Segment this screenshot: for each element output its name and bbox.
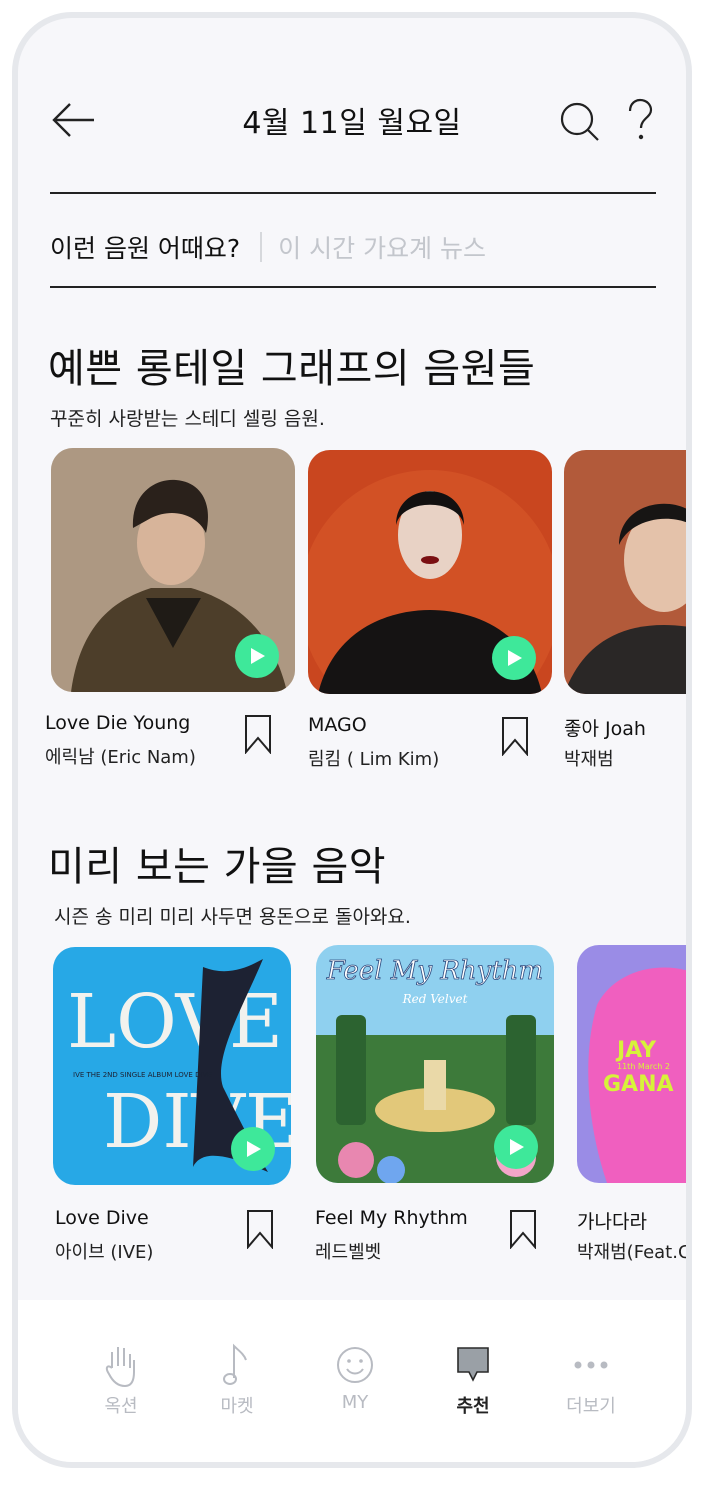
help-button[interactable] [622, 98, 658, 144]
bookmark-button[interactable] [245, 1209, 275, 1250]
nav-item-recommend[interactable]: 추천 [418, 1340, 528, 1418]
music-note-icon [223, 1343, 247, 1385]
song-artist: 에릭남 (Eric Nam) [45, 747, 196, 768]
cover-text-top: JAY [615, 1038, 657, 1063]
play-button[interactable] [235, 634, 279, 678]
song-card[interactable]: Love Die Young 에릭남 (Eric Nam) [45, 448, 295, 768]
tab-separator [260, 232, 263, 262]
nav-item-auction[interactable]: 옥션 [66, 1340, 176, 1418]
nav-label: MY [341, 1392, 369, 1413]
cover-title-text: Feel My Rhythm [326, 956, 543, 986]
search-icon [560, 102, 599, 141]
play-icon [247, 1141, 261, 1157]
play-icon [508, 650, 522, 666]
song-artist: 박재범(Feat.C [577, 1242, 691, 1263]
nav-label: 옥션 [104, 1396, 138, 1417]
nav-item-my[interactable]: MY [300, 1340, 410, 1413]
bookmark-button[interactable] [508, 1209, 538, 1250]
nav-item-market[interactable]: 마켓 [182, 1340, 292, 1418]
play-button[interactable] [492, 636, 536, 680]
play-icon [251, 648, 265, 664]
cover-text-top: LOVE [67, 979, 283, 1065]
album-cover[interactable]: JAY 11th March 2 GANA [577, 945, 686, 1183]
bookmark-button[interactable] [243, 714, 273, 755]
bookmark-icon [502, 717, 528, 757]
question-mark-icon [628, 98, 653, 140]
play-icon [510, 1139, 524, 1155]
section-subtitle: 꾸준히 사랑받는 스테디 셀링 음원. [50, 408, 325, 430]
hand-icon [105, 1347, 135, 1388]
speech-bubble-icon [457, 1347, 489, 1382]
play-button[interactable] [231, 1127, 275, 1171]
app-header: 4월 11일 월요일 [18, 88, 686, 158]
song-artist: 림킴 ( Lim Kim) [308, 749, 440, 770]
song-artist: 아이브 (IVE) [55, 1242, 154, 1263]
song-artist: 레드벨벳 [315, 1242, 382, 1263]
song-title: Love Die Young [45, 712, 191, 734]
album-cover[interactable]: Feel My Rhythm Red Velvet [316, 945, 554, 1183]
smiley-icon [337, 1347, 373, 1383]
header-divider [50, 192, 656, 194]
cover-text-bottom: GANA [603, 1072, 674, 1097]
bookmark-icon [247, 1210, 273, 1250]
album-art-image: JAY 11th March 2 GANA [577, 945, 686, 1183]
song-card[interactable]: LOVE DIVE IVE THE 2ND SINGLE ALBUM LOVE … [53, 947, 297, 1263]
cover-subtitle-text: Red Velvet [402, 992, 468, 1006]
album-cover[interactable] [308, 450, 552, 694]
song-title: Feel My Rhythm [315, 1207, 468, 1229]
bookmark-button[interactable] [500, 716, 530, 757]
section-subtitle: 시즌 송 미리 미리 사두면 용돈으로 돌아와요. [54, 906, 411, 928]
bookmark-icon [245, 715, 271, 755]
album-cover[interactable] [564, 450, 686, 694]
song-title: MAGO [308, 714, 367, 736]
cover-text-mid: 11th March 2 [617, 1062, 670, 1071]
search-button[interactable] [558, 100, 602, 144]
song-card[interactable]: Feel My Rhythm Red Velvet Feel My Rhythm… [315, 945, 560, 1263]
album-cover[interactable]: LOVE DIVE IVE THE 2ND SINGLE ALBUM LOVE … [53, 947, 291, 1185]
tabs-divider [50, 286, 656, 288]
play-button[interactable] [494, 1125, 538, 1169]
section-title: 미리 보는 가을 음악 [48, 844, 387, 890]
song-card[interactable]: JAY 11th March 2 GANA 가나다라 박재범(Feat.C [577, 945, 686, 1263]
nav-label: 마켓 [220, 1396, 254, 1417]
phone-frame: 4월 11일 월요일 이런 음원 어때요? 이 시간 가요계 뉴스 예쁜 롱테일… [12, 12, 692, 1468]
song-title: 좋아 Joah [564, 718, 646, 740]
song-artist: 박재범 [564, 749, 614, 770]
song-title: Love Dive [55, 1207, 149, 1229]
tab-bar: 이런 음원 어때요? 이 시간 가요계 뉴스 [50, 222, 656, 272]
song-title: 가나다라 [577, 1211, 647, 1233]
song-card[interactable]: 좋아 Joah 박재범 [564, 450, 686, 770]
nav-item-more[interactable]: 더보기 [536, 1340, 646, 1418]
tab-recommend-songs[interactable]: 이런 음원 어때요? [50, 229, 240, 265]
bottom-navigation: 옥션 마켓 MY 추천 더보기 [18, 1300, 686, 1462]
section-title: 예쁜 롱테일 그래프의 음원들 [48, 346, 536, 392]
cover-small-text: IVE THE 2ND SINGLE ALBUM LOVE DIVE [73, 1071, 212, 1079]
nav-label: 더보기 [566, 1396, 616, 1417]
album-art-image [564, 450, 686, 694]
song-card[interactable]: MAGO 림킴 ( Lim Kim) [308, 450, 552, 770]
album-cover[interactable] [51, 448, 295, 692]
tab-music-news[interactable]: 이 시간 가요계 뉴스 [278, 229, 486, 265]
bookmark-icon [510, 1210, 536, 1250]
nav-label: 추천 [456, 1396, 490, 1417]
more-dots-icon [574, 1361, 608, 1369]
